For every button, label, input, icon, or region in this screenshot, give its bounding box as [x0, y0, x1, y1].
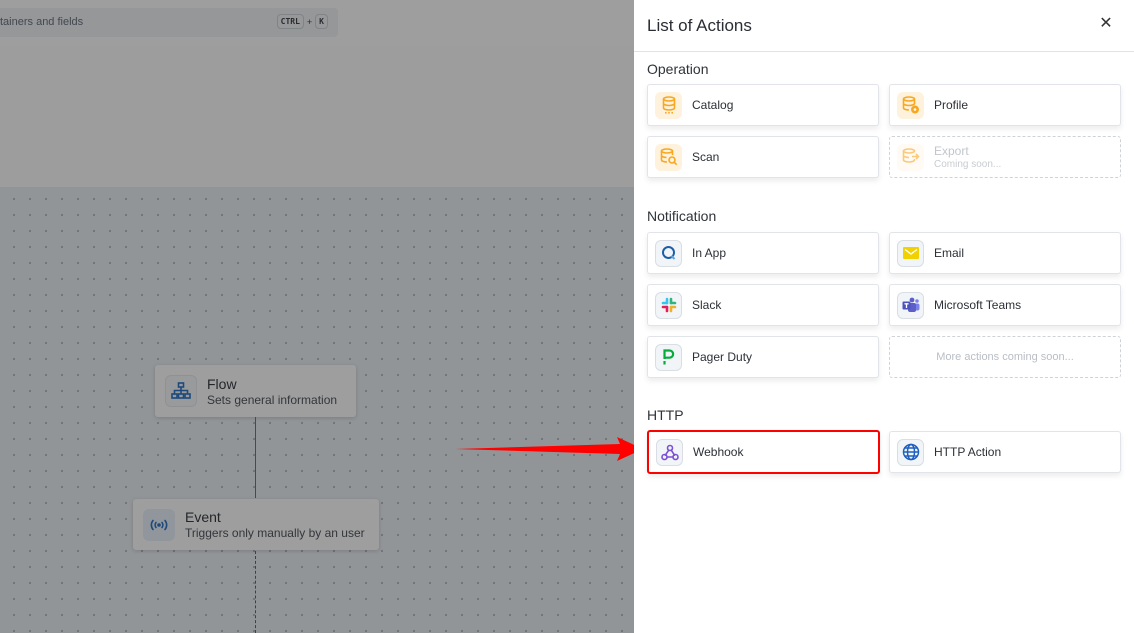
email-icon [897, 239, 924, 267]
annotation-arrow [455, 437, 643, 461]
action-label: Scan [692, 150, 720, 164]
close-icon[interactable]: ✕ [1096, 14, 1116, 34]
section-notification: Notification [647, 208, 717, 224]
section-operation: Operation [647, 61, 709, 77]
action-profile[interactable]: Profile [889, 84, 1121, 126]
action-label: Pager Duty [692, 350, 753, 364]
action-export: Export Coming soon... [889, 136, 1121, 178]
action-slack[interactable]: Slack [647, 284, 879, 326]
database-eye-icon [897, 91, 924, 119]
action-scan[interactable]: Scan [647, 136, 879, 178]
action-email[interactable]: Email [889, 232, 1121, 274]
globe-icon [897, 438, 924, 466]
action-label: Webhook [693, 445, 744, 459]
action-label: Profile [934, 98, 969, 112]
database-export-icon [897, 143, 924, 171]
panel-header: List of Actions ✕ [634, 0, 1134, 52]
panel-title: List of Actions [647, 16, 752, 35]
action-webhook[interactable]: Webhook [647, 430, 880, 474]
more-actions-placeholder: More actions coming soon... [889, 336, 1121, 378]
action-label: HTTP Action [934, 445, 1002, 459]
section-http: HTTP [647, 407, 684, 423]
slack-icon [655, 291, 682, 319]
action-http-action[interactable]: HTTP Action [889, 431, 1121, 473]
action-in-app[interactable]: In App [647, 232, 879, 274]
action-label: Slack [692, 298, 722, 312]
action-pager-duty[interactable]: Pager Duty [647, 336, 879, 378]
database-icon [655, 91, 682, 119]
modal-backdrop[interactable] [0, 0, 634, 633]
webhook-icon [656, 438, 683, 466]
action-label: Microsoft Teams [934, 298, 1022, 312]
action-label: Email [934, 246, 965, 260]
action-catalog[interactable]: Catalog [647, 84, 879, 126]
in-app-icon [655, 239, 682, 267]
more-actions-label: More actions coming soon... [936, 351, 1074, 363]
action-microsoft-teams[interactable]: Microsoft Teams [889, 284, 1121, 326]
pagerduty-icon [655, 343, 682, 371]
action-label: Catalog [692, 98, 734, 112]
coming-soon-label: Coming soon... [934, 159, 1002, 170]
actions-panel: List of Actions ✕ Operation Catalog Prof… [634, 0, 1134, 633]
action-label: Export [934, 144, 969, 158]
teams-icon [897, 291, 924, 319]
action-label: In App [692, 246, 727, 260]
database-search-icon [655, 143, 682, 171]
